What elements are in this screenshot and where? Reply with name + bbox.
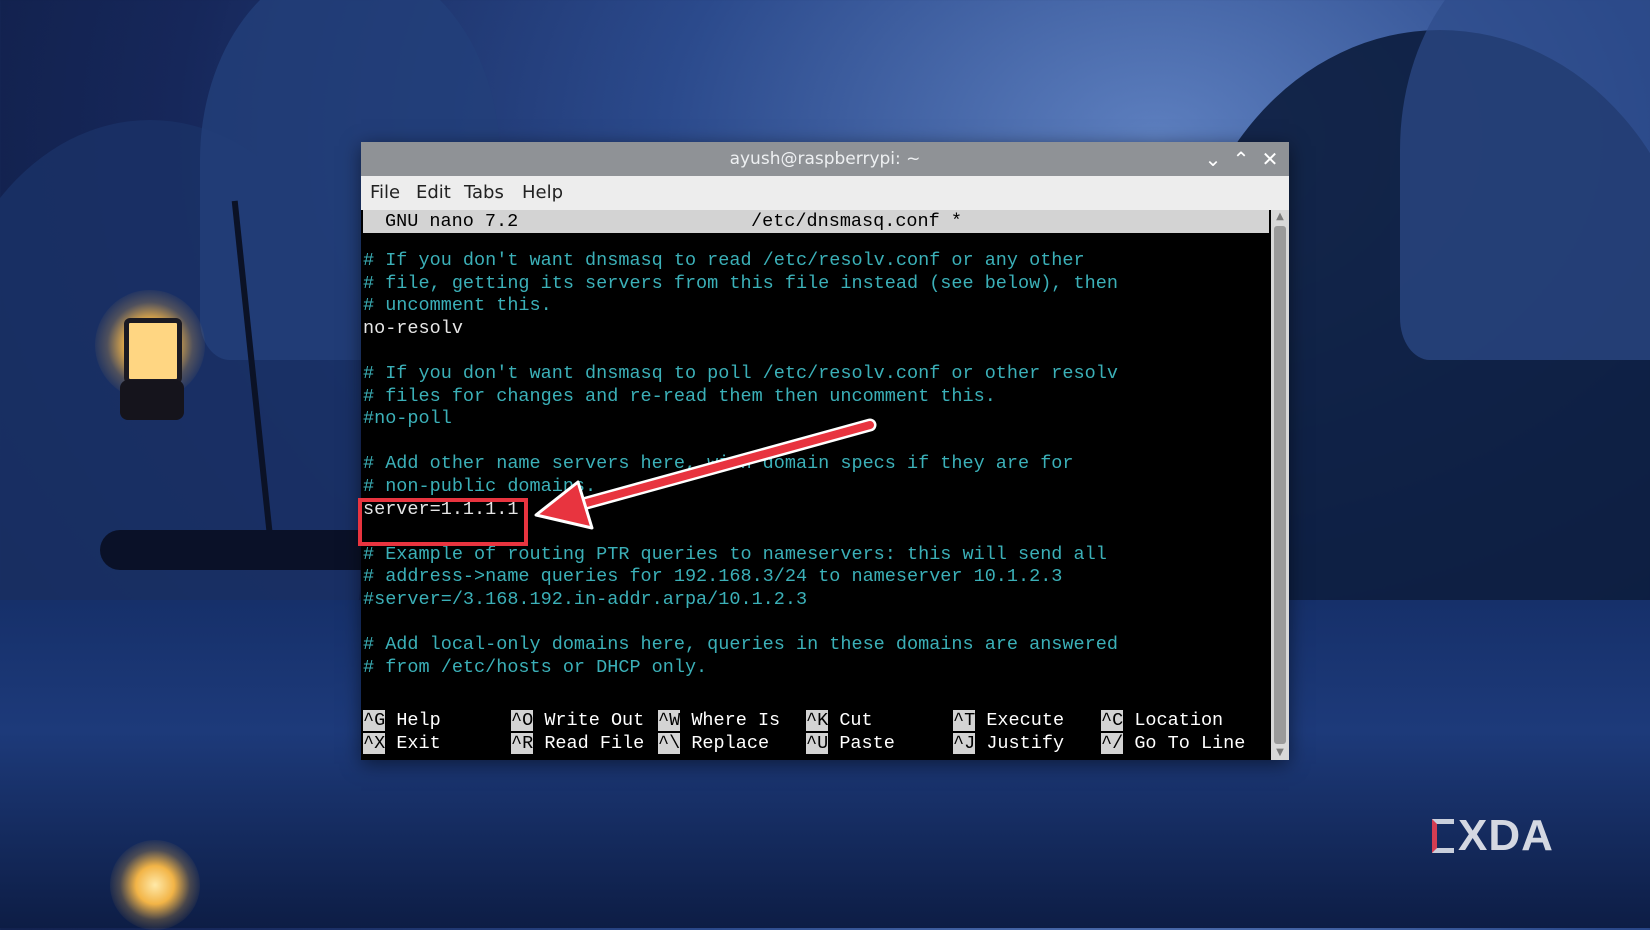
shortcut-replace: ^\ Replace [658, 733, 769, 755]
menu-tabs[interactable]: Tabs [464, 176, 504, 210]
scroll-down-icon[interactable]: ▼ [1271, 746, 1289, 760]
menu-edit[interactable]: Edit [416, 176, 451, 210]
shortcut-key: ^J [953, 733, 976, 754]
editor-line[interactable]: # Add local-only domains here, queries i… [363, 634, 1118, 656]
shortcut-key: ^O [511, 710, 534, 731]
terminal-area[interactable]: GNU nano 7.2 /etc/dnsmasq.conf * # If yo… [361, 210, 1271, 760]
shortcut-label: Write Out [544, 710, 645, 731]
shortcut-cut: ^K Cut [806, 710, 873, 732]
shortcut-key: ^R [511, 733, 534, 754]
scrollbar[interactable]: ▲ ▼ [1271, 210, 1289, 760]
window-titlebar[interactable]: ayush@raspberrypi: ~ ⌄ ⌃ ✕ [361, 142, 1289, 176]
shortcut-label: Justify [986, 733, 1065, 754]
shortcut-label: Paste [839, 733, 895, 754]
xda-bracket-icon [1432, 819, 1454, 853]
editor-line[interactable]: # Example of routing PTR queries to name… [363, 544, 1107, 566]
shortcut-label: Help [396, 710, 441, 731]
shortcut-key: ^/ [1101, 733, 1124, 754]
editor-line[interactable]: # files for changes and re-read them the… [363, 386, 996, 408]
terminal-window: ayush@raspberrypi: ~ ⌄ ⌃ ✕ File Edit Tab… [361, 142, 1289, 760]
shortcut-label: Exit [396, 733, 441, 754]
shortcut-write-out: ^O Write Out [511, 710, 644, 732]
editor-line[interactable]: # Add other name servers here, with doma… [363, 453, 1074, 475]
nano-version: GNU nano 7.2 [385, 211, 519, 232]
shortcut-label: Execute [986, 710, 1065, 731]
menu-file[interactable]: File [370, 176, 400, 210]
shortcut-exit: ^X Exit [363, 733, 441, 755]
shortcut-key: ^T [953, 710, 976, 731]
lantern-reflection [110, 840, 200, 930]
shortcut-key: ^U [806, 733, 829, 754]
annotation-highlight-box [358, 498, 528, 546]
shortcut-where-is: ^W Where Is [658, 710, 780, 732]
shortcut-key: ^G [363, 710, 386, 731]
editor-line[interactable]: no-resolv [363, 318, 463, 340]
editor-line[interactable]: # file, getting its servers from this fi… [363, 273, 1118, 295]
shortcut-key: ^K [806, 710, 829, 731]
shortcut-label: Location [1134, 710, 1224, 731]
editor-line[interactable]: # from /etc/hosts or DHCP only. [363, 657, 707, 679]
nano-filename: /etc/dnsmasq.conf * [751, 211, 962, 232]
editor-line[interactable]: # address->name queries for 192.168.3/24… [363, 566, 1062, 588]
shortcut-paste: ^U Paste [806, 733, 895, 755]
editor-line[interactable]: # If you don't want dnsmasq to poll /etc… [363, 363, 1118, 385]
shortcut-read-file: ^R Read File [511, 733, 644, 755]
shortcut-key: ^W [658, 710, 681, 731]
maximize-icon[interactable]: ⌃ [1228, 146, 1254, 172]
editor-line[interactable]: # If you don't want dnsmasq to read /etc… [363, 250, 1085, 272]
editor-line[interactable]: # non-public domains. [363, 476, 596, 498]
shortcut-help: ^G Help [363, 710, 441, 732]
lantern-icon [124, 318, 182, 384]
editor-line[interactable]: #no-poll [363, 408, 452, 430]
menu-help[interactable]: Help [522, 176, 563, 210]
shortcut-location: ^C Location [1101, 710, 1223, 732]
xda-watermark-logo: XDA [1432, 811, 1592, 860]
scrollbar-thumb[interactable] [1274, 226, 1286, 744]
shortcut-go-to-line: ^/ Go To Line [1101, 733, 1245, 755]
shortcut-label: Where Is [691, 710, 781, 731]
shortcut-key: ^C [1101, 710, 1124, 731]
close-icon[interactable]: ✕ [1257, 146, 1283, 172]
editor-line[interactable]: # uncomment this. [363, 295, 552, 317]
editor-line[interactable]: #server=/3.168.192.in-addr.arpa/10.1.2.3 [363, 589, 807, 611]
shortcut-key: ^\ [658, 733, 681, 754]
menu-bar: File Edit Tabs Help [361, 176, 1289, 210]
nano-header-bar: GNU nano 7.2 /etc/dnsmasq.conf * [363, 210, 1269, 233]
background-mountain [1400, 0, 1650, 360]
shortcut-key: ^X [363, 733, 386, 754]
shortcut-execute: ^T Execute [953, 710, 1064, 732]
scroll-up-icon[interactable]: ▲ [1271, 210, 1289, 224]
background-raft [100, 530, 400, 570]
shortcut-justify: ^J Justify [953, 733, 1064, 755]
window-title: ayush@raspberrypi: ~ [729, 149, 921, 169]
shortcut-label: Replace [691, 733, 770, 754]
shortcut-label: Go To Line [1134, 733, 1246, 754]
shortcut-label: Read File [544, 733, 645, 754]
xda-watermark-text: XDA [1458, 811, 1554, 860]
shortcut-label: Cut [839, 710, 873, 731]
lantern-base [120, 380, 184, 420]
minimize-icon[interactable]: ⌄ [1200, 146, 1226, 172]
